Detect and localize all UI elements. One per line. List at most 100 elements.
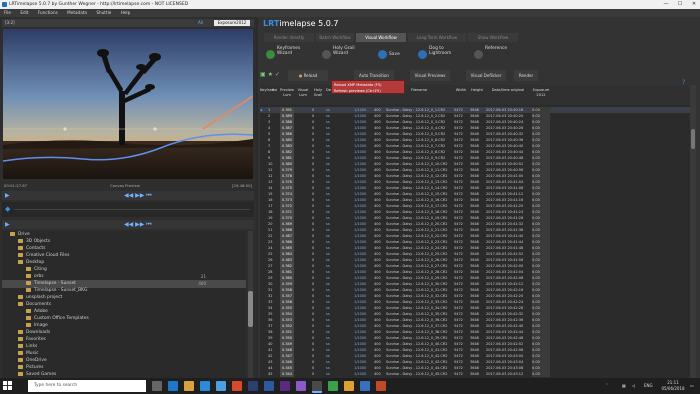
maximize-button[interactable]: ☐ [674,0,686,9]
status-time: 00:01:27.67 [4,183,28,188]
store-icon[interactable] [200,381,210,391]
menu-edit[interactable]: Edit [20,10,28,15]
tray-network-icon[interactable]: ▦ [622,378,626,394]
close-button[interactable]: ✕ [688,0,700,9]
tree-folder-label: Links [26,344,38,349]
taskbar-clock[interactable]: 21:11 05/06/2018 [660,380,686,392]
browser-play-icon[interactable]: ▶ [5,221,10,228]
timeline-strip[interactable]: ◆ [2,202,254,217]
table-row[interactable]: 45 0.344 0 ss 1/1000 400 Sunrise - Daisy - 12.… [260,371,690,377]
table-cell: 5472 [454,372,463,376]
folder-icon [18,294,23,299]
table-column-header[interactable]: Exposure 2012 [532,88,550,97]
photoshop-icon[interactable] [248,381,258,391]
menu-metadata[interactable]: Metadata [67,10,87,15]
tree-folder-label: Desktop [26,260,45,265]
tree-scroll-thumb[interactable] [248,291,253,327]
task-view-icon[interactable] [152,381,162,391]
visual-deflicker-button[interactable]: Visual Deflicker [466,70,506,81]
table-column-header[interactable]: Keyframe [260,88,277,93]
help-icon[interactable]: ? [682,79,685,86]
lightroom-icon [418,50,427,59]
menu-functions[interactable]: Functions [38,10,58,15]
notifications-icon[interactable]: ▭ [690,378,694,394]
folder-tree: Drive 3D Objects Contacts Creative Cloud Fi… [2,231,246,378]
folder-icon [26,280,31,285]
browser-nav-icons[interactable]: ◀◀ ▶▶ ⏮ [124,221,152,229]
table-cell: 1/1000 [354,372,367,376]
table-cell[interactable]: 0.00 [532,371,550,377]
actions-toolbar: ▣ ★ ✓ ● Reload Auto Transition Visual Pr… [260,69,698,82]
windows-start-icon[interactable] [3,381,12,390]
tab-long-term-workflow[interactable]: Long Term Workflow [408,33,466,42]
reference-button[interactable]: Reference [472,46,512,64]
app-icon [2,2,7,7]
taskbar-search-input[interactable]: Type here to search [28,380,146,392]
folder-icon [26,322,31,327]
preview-aspect-label[interactable]: [3:2] [5,19,15,27]
lrtimelapse-taskbar-icon[interactable] [312,381,322,393]
table-column-header[interactable]: Width [454,88,468,93]
frame-nav-icons[interactable]: ◀◀ ▶▶ ⏮ [124,192,152,200]
tray-language[interactable]: ENG [644,378,653,394]
visual-previews-button[interactable]: Visual Previews [410,70,450,81]
holy-grail-icon [322,50,331,59]
reference-icon [474,50,483,59]
tray-volume-icon[interactable]: ◁ [632,378,635,394]
preview-preset[interactable]: All [198,19,203,27]
premiere-icon[interactable] [280,381,290,391]
render-button[interactable]: Render [514,70,538,81]
tree-folder-row[interactable]: Saved Games [2,371,246,378]
keyframes-wizard-button[interactable]: Keyframes Wizard [264,46,308,64]
table-scrollbar[interactable] [690,85,696,378]
workflow-toolbar: Keyframes Wizard Holy Grail Wizard Save … [258,44,700,68]
play-icon[interactable]: ▶ [5,192,10,199]
file-explorer-icon[interactable] [184,381,194,391]
app-logo: LRTimelapse 5.0.7 [263,19,339,28]
table-cell: 400 [374,372,381,376]
keyframe-marker-icon[interactable]: ◆ [5,205,10,213]
table-scroll-thumb[interactable] [691,129,695,149]
tab-visual-workflow[interactable]: Visual Workflow [356,33,406,42]
save-button[interactable]: Save [376,46,420,64]
tray-up-icon[interactable]: ˄ [606,378,608,394]
table-column-header[interactable]: Height [470,88,484,93]
powerpoint-icon[interactable] [376,381,386,391]
tree-folder-label: Contacts [26,246,46,251]
tree-scrollbar[interactable] [248,231,253,378]
tab-show-workflow[interactable]: Show Workflow [468,33,518,42]
tab-batch-workflow[interactable]: Batch Workflow [316,33,354,42]
word-icon[interactable] [360,381,370,391]
after-effects-icon[interactable] [296,381,306,391]
menu-file[interactable]: File [4,10,11,15]
table-column-header[interactable]: # [268,88,278,93]
holy-grail-wizard-button[interactable]: Holy Grail Wizard [320,46,364,64]
drag-to-lightroom-button[interactable]: Dog to Lightroom [416,46,460,64]
clock-date: 05/06/2018 [661,386,685,391]
tree-folder-label: Documents [26,302,52,307]
tree-folder-label: Favorites [26,337,46,342]
minimize-button[interactable]: — [660,0,672,9]
preview-zoom-select[interactable]: Exposure2012 [214,20,250,26]
table-column-header[interactable]: Date/time original [486,88,530,93]
filter-icons[interactable]: ▣ ★ ✓ [260,71,280,78]
mail-icon[interactable] [216,381,226,391]
table-cell: 0 [312,372,315,376]
menu-shuttle[interactable]: Shuttle [96,10,111,15]
timeline-toolbar: ▶ ◀◀ ▶▶ ⏮ [2,191,254,200]
reload-button[interactable]: ● Reload [288,70,328,81]
spotify-icon[interactable] [328,381,338,391]
sticky-notes-icon[interactable] [344,381,354,391]
table-column-header[interactable]: Preview Lum [280,88,294,97]
tab-render-directly[interactable]: Render directly [264,33,314,42]
table-column-header[interactable]: Visual Lum [296,88,310,97]
menu-help[interactable]: Help [121,10,131,15]
table-cell: 0.344 [280,371,294,377]
tree-folder-label: Music [26,351,39,356]
chrome-icon[interactable] [232,381,242,391]
lightroom-taskbar-icon[interactable] [264,381,274,391]
edge-icon[interactable] [168,381,178,391]
table-column-header[interactable]: Holy Grail [312,88,324,97]
tree-folder-label: Pictures [26,365,44,370]
tree-folder-label: Drive [18,232,30,237]
